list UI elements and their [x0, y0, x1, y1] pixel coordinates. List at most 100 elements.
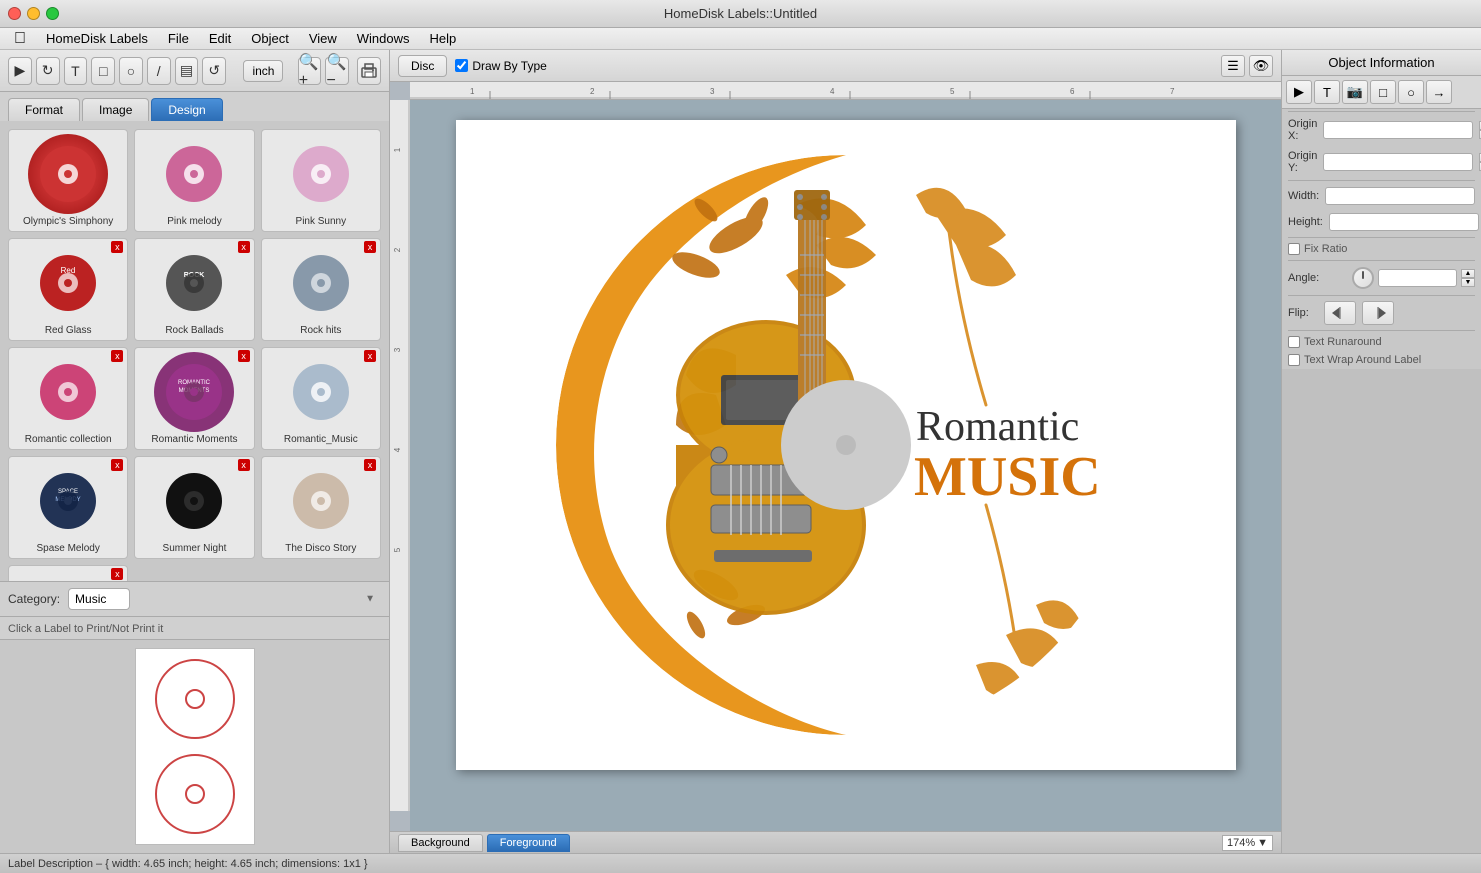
rp-tool-image[interactable]: 📷: [1342, 80, 1368, 104]
ruler-horizontal: 1 2 3 4 5 6 7: [410, 82, 1281, 100]
thumb-rock-ballads[interactable]: x ROCK n Rock Ballads: [134, 238, 254, 341]
layers-icon[interactable]: ☰: [1221, 55, 1245, 77]
zoom-in-button[interactable]: 🔍+: [298, 57, 322, 85]
circle-tool[interactable]: ○: [119, 57, 143, 85]
rp-divider-5: [1288, 295, 1475, 296]
thumb-romantic-music[interactable]: x Romantic_Music: [261, 347, 381, 450]
arrow-tool[interactable]: ▶: [8, 57, 32, 85]
svg-text:6: 6: [1070, 87, 1075, 96]
menu-view[interactable]: View: [299, 29, 347, 48]
thumb-spase-melody[interactable]: x SPACE MELODY Spase Melody: [8, 456, 128, 559]
text-tool[interactable]: T: [64, 57, 88, 85]
tab-image[interactable]: Image: [82, 98, 149, 121]
thumb-label-rock-hits: Rock hits: [300, 325, 341, 336]
thumb-close-rock-ballads[interactable]: x: [238, 241, 250, 253]
thumb-close-red-glass[interactable]: x: [111, 241, 123, 253]
angle-input[interactable]: [1378, 269, 1457, 287]
thumb-pink-sunny[interactable]: Pink Sunny: [261, 129, 381, 232]
height-input[interactable]: [1329, 213, 1479, 231]
thumb-close-romantic-moments[interactable]: x: [238, 350, 250, 362]
title-bar: HomeDisk Labels::Untitled: [0, 0, 1481, 28]
rotate-tool[interactable]: ↺: [202, 57, 226, 85]
thumb-close-summer-night[interactable]: x: [238, 459, 250, 471]
canvas-page: Romantic MUSIC: [456, 120, 1236, 770]
tab-background[interactable]: Background: [398, 834, 483, 852]
category-select[interactable]: Music Movies Games Software: [68, 588, 130, 610]
zoom-display: 174% ▼: [1222, 835, 1273, 851]
thumb-close-rock-hits[interactable]: x: [364, 241, 376, 253]
apple-menu[interactable]: : [4, 30, 36, 48]
thumbnail-grid-container: Olympic's Simphony Pink melody: [0, 121, 389, 581]
rp-tool-shape[interactable]: □: [1370, 80, 1396, 104]
thumb-close-spase-melody[interactable]: x: [111, 459, 123, 471]
disc-button[interactable]: Disc: [398, 55, 447, 77]
tab-format[interactable]: Format: [8, 98, 80, 121]
thumb-disco-story[interactable]: x The Disco Story: [261, 456, 381, 559]
angle-dial[interactable]: [1352, 267, 1374, 289]
thumb-close-romantic-music[interactable]: x: [364, 350, 376, 362]
canvas-scroll[interactable]: Romantic MUSIC: [410, 100, 1281, 831]
menu-windows[interactable]: Windows: [347, 29, 420, 48]
minimize-button[interactable]: [27, 7, 40, 20]
rp-tool-text[interactable]: T: [1314, 80, 1340, 104]
origin-x-input[interactable]: [1323, 121, 1473, 139]
rp-divider-3: [1288, 237, 1475, 238]
thumb-pink-melody[interactable]: Pink melody: [134, 129, 254, 232]
svg-text:2: 2: [590, 87, 595, 96]
angle-up[interactable]: ▲: [1461, 269, 1475, 278]
text-runaround-label: Text Runaround: [1304, 336, 1382, 348]
svg-text:4: 4: [830, 87, 835, 96]
select-arrow-icon: ▼: [365, 594, 375, 605]
svg-text:MUSIC: MUSIC: [914, 446, 1101, 508]
rp-tool-select[interactable]: ▶: [1286, 80, 1312, 104]
thumb-romantic-collection[interactable]: x Romantic collection: [8, 347, 128, 450]
width-input[interactable]: [1325, 187, 1475, 205]
tab-foreground[interactable]: Foreground: [487, 834, 570, 852]
thumb-summer-night[interactable]: x Summer Night: [134, 456, 254, 559]
angle-down[interactable]: ▼: [1461, 278, 1475, 287]
unit-button[interactable]: inch: [243, 60, 283, 82]
thumb-romantic-moments[interactable]: x ROMANTIC MOMENTS Romantic Moments: [134, 347, 254, 450]
flip-vertical-button[interactable]: [1362, 301, 1394, 325]
barcode-tool[interactable]: ▤: [175, 57, 199, 85]
flip-horizontal-button[interactable]: [1324, 301, 1356, 325]
cd-label: Romantic MUSIC: [556, 155, 1136, 735]
maximize-button[interactable]: [46, 7, 59, 20]
menu-edit[interactable]: Edit: [199, 29, 241, 48]
rp-tool-label[interactable]: ○: [1398, 80, 1424, 104]
draw-by-type-checkbox[interactable]: [455, 59, 468, 72]
zoom-out-button[interactable]: 🔍−: [325, 57, 349, 85]
menu-file[interactable]: File: [158, 29, 199, 48]
thumb-label-rock-ballads: Rock Ballads: [165, 325, 223, 336]
menu-help[interactable]: Help: [420, 29, 467, 48]
undo-tool[interactable]: ↻: [36, 57, 60, 85]
thumb-close-disco-story[interactable]: x: [364, 459, 376, 471]
svg-text:2: 2: [393, 247, 402, 252]
thumb-close-violet-by-step[interactable]: x: [111, 568, 123, 580]
thumb-rock-hits[interactable]: x Rock hits: [261, 238, 381, 341]
zoom-dropdown-arrow[interactable]: ▼: [1257, 837, 1268, 849]
menu-object[interactable]: Object: [241, 29, 299, 48]
thumb-violet-by-step[interactable]: x Violet by Step: [8, 565, 128, 581]
origin-y-input[interactable]: [1323, 153, 1473, 171]
rect-tool[interactable]: □: [91, 57, 115, 85]
height-label: Height:: [1288, 216, 1323, 228]
line-tool[interactable]: /: [147, 57, 171, 85]
ruler-vertical: 1 2 3 4 5: [390, 100, 410, 811]
text-runaround-checkbox[interactable]: [1288, 336, 1300, 348]
close-button[interactable]: [8, 7, 21, 20]
thumb-close-romantic-collection[interactable]: x: [111, 350, 123, 362]
text-wrap-checkbox[interactable]: [1288, 354, 1300, 366]
tab-design[interactable]: Design: [151, 98, 222, 121]
thumb-olympics-simphony[interactable]: Olympic's Simphony: [8, 129, 128, 232]
status-bar: Label Description – { width: 4.65 inch; …: [0, 853, 1481, 873]
thumb-red-glass[interactable]: x Red Red Glass: [8, 238, 128, 341]
svg-text:4: 4: [393, 447, 402, 452]
rp-tool-arrow[interactable]: →: [1426, 80, 1452, 104]
print-button[interactable]: [357, 57, 381, 85]
menu-app[interactable]: HomeDisk Labels: [36, 29, 158, 48]
fix-ratio-checkbox[interactable]: [1288, 243, 1300, 255]
eye-icon[interactable]: 👁: [1249, 55, 1273, 77]
thumbnail-grid: Olympic's Simphony Pink melody: [8, 129, 381, 581]
window-controls[interactable]: [8, 7, 59, 20]
